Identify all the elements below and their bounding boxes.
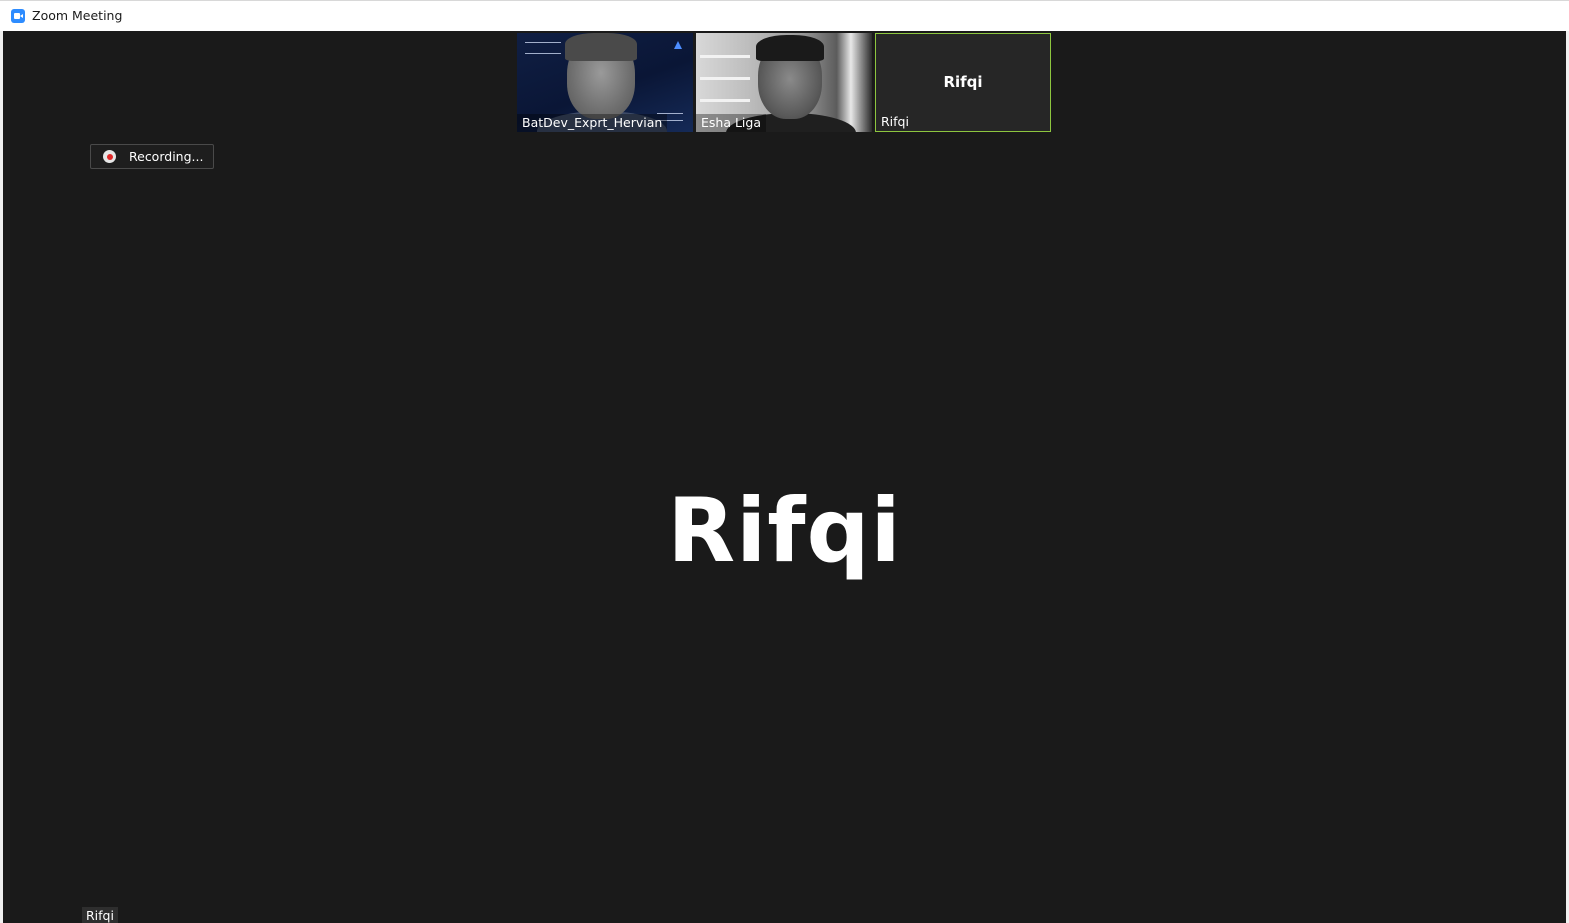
pin-icon bbox=[674, 41, 682, 49]
recording-label: Recording... bbox=[129, 149, 204, 164]
zoom-app-icon bbox=[11, 9, 25, 23]
video-tile-batdev[interactable]: BatDev_Exprt_Hervian bbox=[517, 33, 693, 132]
video-tile-esha-liga[interactable]: Esha Liga bbox=[696, 33, 872, 132]
recording-indicator[interactable]: Recording... bbox=[90, 144, 214, 169]
active-speaker-name: Rifqi bbox=[667, 479, 902, 582]
participant-avatar-name: Rifqi bbox=[943, 73, 983, 91]
participant-name-tag: Rifqi bbox=[881, 114, 909, 129]
zoom-window: Zoom Meeting BatDev_Exprt_Hervian Esha L… bbox=[0, 0, 1569, 923]
participant-name-tag: Esha Liga bbox=[696, 114, 766, 132]
active-speaker-name-tag: Rifqi bbox=[82, 907, 118, 923]
video-tile-rifqi[interactable]: Rifqi Rifqi bbox=[875, 33, 1051, 132]
background-shelf bbox=[700, 77, 750, 80]
video-thumbnail-strip: BatDev_Exprt_Hervian Esha Liga Rifqi Rif… bbox=[517, 33, 1057, 133]
participant-hair bbox=[565, 33, 637, 61]
meeting-area[interactable]: BatDev_Exprt_Hervian Esha Liga Rifqi Rif… bbox=[3, 31, 1566, 923]
background-shelf bbox=[700, 99, 750, 102]
record-icon bbox=[103, 150, 116, 163]
participant-hair bbox=[756, 35, 824, 61]
background-shelf bbox=[700, 55, 750, 58]
title-bar[interactable]: Zoom Meeting bbox=[0, 0, 1569, 31]
participant-name-tag: BatDev_Exprt_Hervian bbox=[517, 114, 668, 132]
window-title: Zoom Meeting bbox=[32, 8, 123, 23]
shared-slide-text bbox=[525, 42, 561, 54]
